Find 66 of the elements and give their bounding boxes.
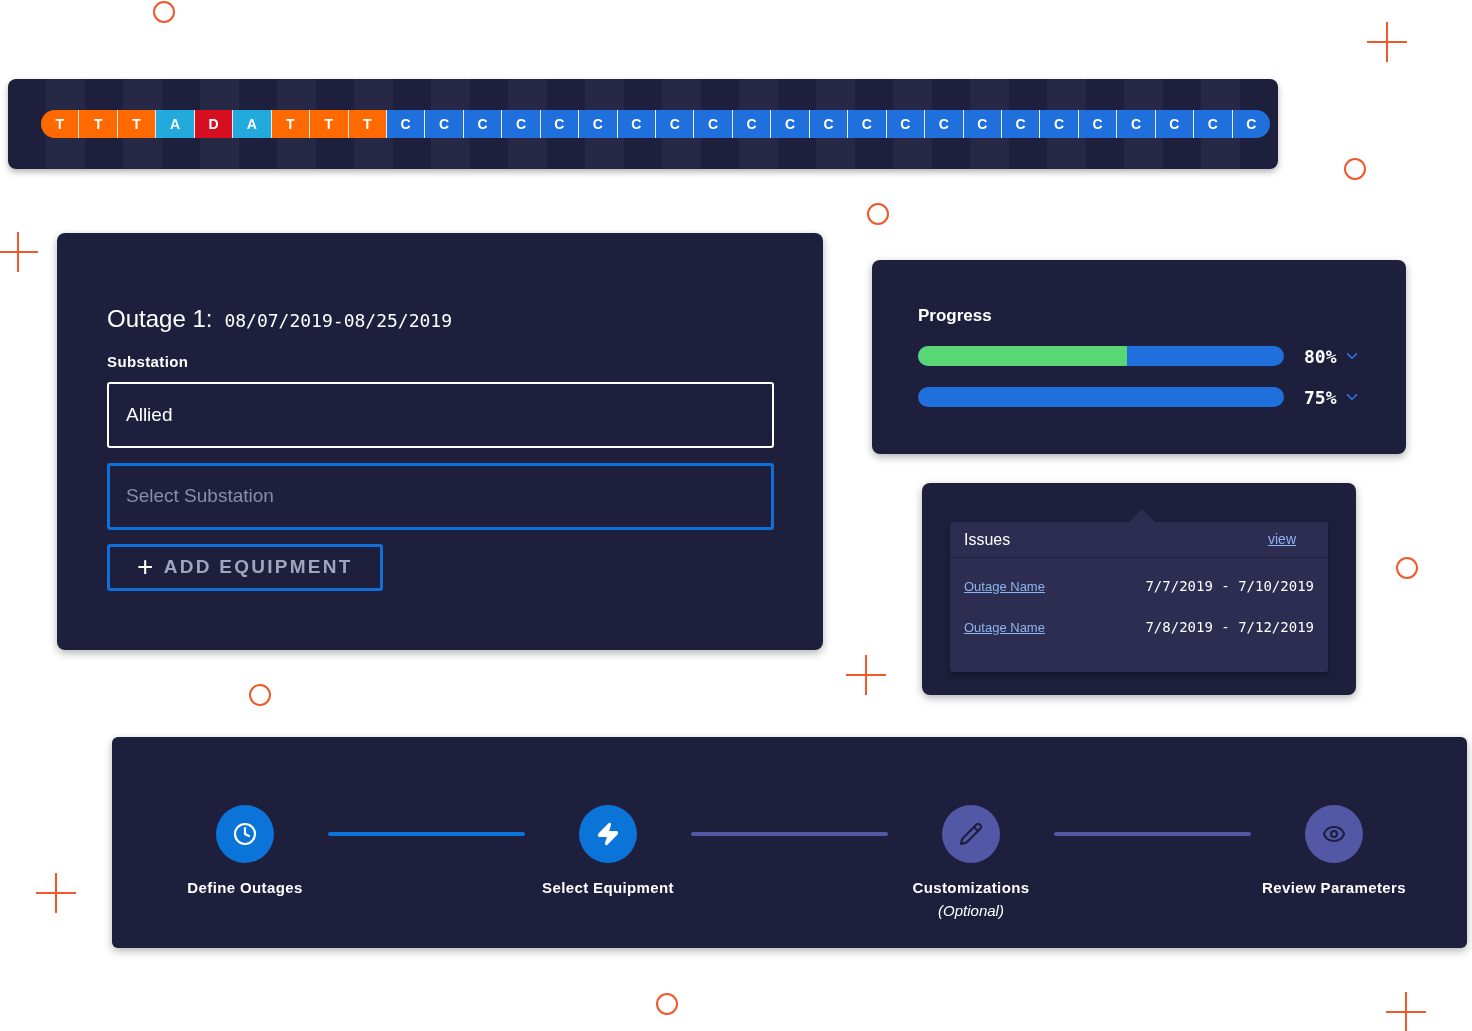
plus-decoration <box>1367 22 1407 62</box>
timeline-segment: T <box>271 110 311 138</box>
select-substation-field[interactable]: Select Substation <box>107 462 774 530</box>
timeline-segment: C <box>656 110 695 138</box>
timeline-segment: C <box>732 110 772 138</box>
timeline-segment: T <box>310 110 349 138</box>
clock-icon <box>233 822 257 846</box>
timeline-segment: A <box>233 110 272 138</box>
timeline-segment: C <box>848 110 887 138</box>
timeline-segment: C <box>463 110 503 138</box>
add-equipment-button[interactable]: + ADD EQUIPMENT <box>107 543 383 591</box>
pencil-icon <box>959 822 983 846</box>
lightning-icon <box>596 822 620 846</box>
plus-decoration <box>36 873 76 913</box>
outage-name-link[interactable]: Outage Name <box>964 617 1045 638</box>
plus-decoration <box>846 655 886 695</box>
circle-decoration <box>153 1 175 23</box>
circle-decoration <box>867 203 889 225</box>
substation-field[interactable]: Allied <box>107 381 774 448</box>
timeline-segment: C <box>1117 110 1156 138</box>
step-label: Define Outages <box>187 878 303 898</box>
timeline-segment: C <box>809 110 849 138</box>
issues-title: Issues <box>964 529 1011 550</box>
timeline-segment: T <box>41 110 80 138</box>
circle-decoration <box>656 993 678 1015</box>
timeline-segment: C <box>386 110 426 138</box>
field-label: Substation <box>107 352 190 372</box>
step-label: Select Equipment <box>542 878 674 898</box>
timeline-segment: C <box>1232 110 1270 138</box>
timeline-segment: C <box>425 110 464 138</box>
timeline-segment: T <box>79 110 118 138</box>
circle-decoration <box>1344 158 1366 180</box>
timeline-segment: D <box>194 110 234 138</box>
timeline-segment: C <box>694 110 733 138</box>
progress-reading: 75% <box>1304 385 1337 410</box>
timeline-segment: C <box>963 110 1002 138</box>
progress-reading: 80% <box>1304 344 1337 369</box>
timeline-segment: C <box>1040 110 1079 138</box>
timeline-segment: C <box>771 110 810 138</box>
timeline-segment: C <box>502 110 541 138</box>
step-label: Customizations <box>912 878 1030 898</box>
timeline-segment: C <box>886 110 926 138</box>
outage-title: Outage 1: <box>107 304 213 334</box>
timeline-segment: C <box>1078 110 1118 138</box>
circle-decoration <box>249 684 271 706</box>
timeline-segment: C <box>1155 110 1195 138</box>
timeline-segment: C <box>540 110 580 138</box>
progress-title: Progress <box>918 305 993 327</box>
timeline-segment: T <box>117 110 157 138</box>
step-note: (Optional) <box>938 900 1004 921</box>
timeline-segment: T <box>348 110 387 138</box>
circle-decoration <box>1396 557 1418 579</box>
timeline-segment: C <box>1194 110 1233 138</box>
step-label: Review Parameters <box>1262 878 1406 898</box>
outage-dates: 08/07/2019-08/25/2019 <box>224 309 452 333</box>
timeline-segment: C <box>925 110 964 138</box>
outage-date-range: 7/8/2019 - 7/12/2019 <box>1145 618 1314 637</box>
timeline-segment: C <box>579 110 618 138</box>
timeline-segment: A <box>156 110 195 138</box>
timeline-segment: C <box>617 110 656 138</box>
plus-decoration <box>1386 992 1426 1031</box>
outage-name-link[interactable]: Outage Name <box>964 576 1045 597</box>
plus-decoration <box>0 232 38 272</box>
outage-date-range: 7/7/2019 - 7/10/2019 <box>1145 577 1314 596</box>
timeline-segment: C <box>1001 110 1041 138</box>
view-link[interactable]: view <box>1268 529 1296 550</box>
